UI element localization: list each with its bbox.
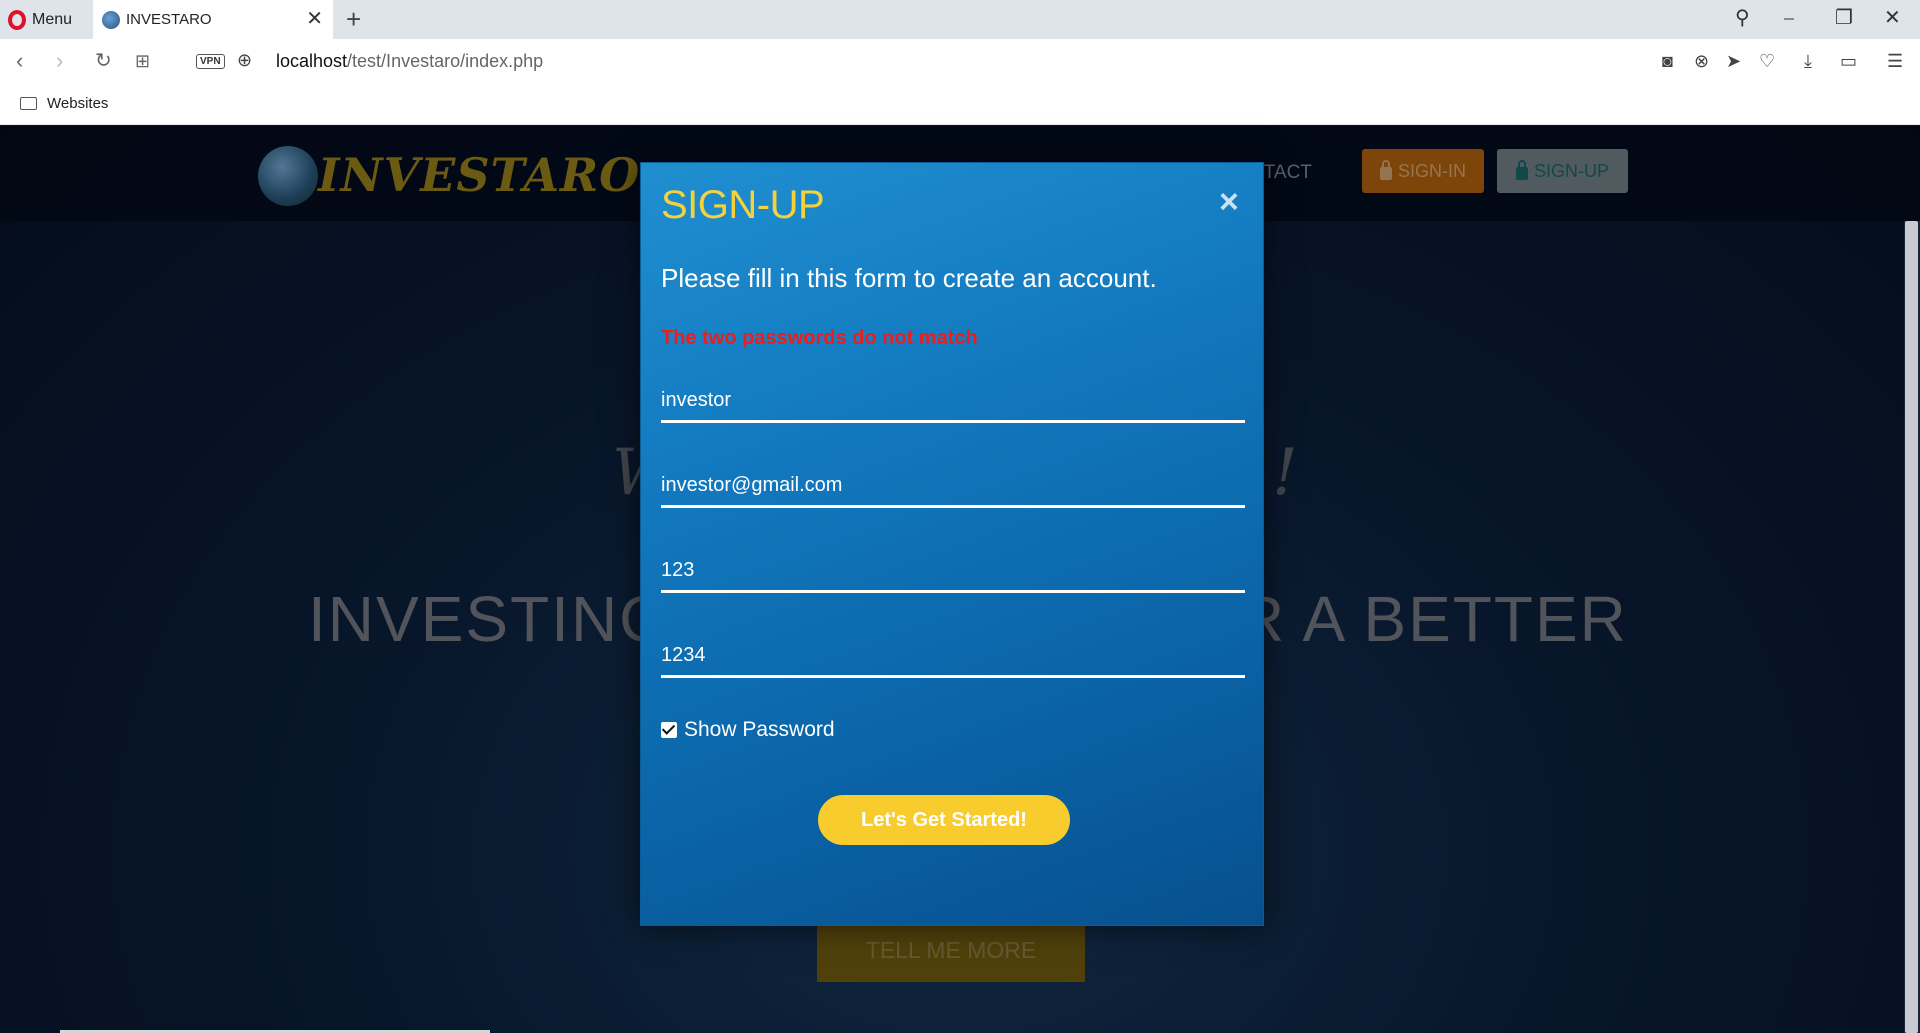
bookmark-folder-label: Websites <box>47 95 109 112</box>
modal-subtitle: Please fill in this form to create an ac… <box>661 263 1157 293</box>
get-started-button[interactable]: Let's Get Started! <box>818 795 1070 845</box>
tab-close-icon[interactable]: ✕ <box>306 9 323 29</box>
password-field[interactable] <box>661 551 1245 593</box>
url-field[interactable]: localhost/test/Investaro/index.php <box>276 51 543 72</box>
send-icon[interactable]: ➤ <box>1726 51 1741 71</box>
show-password-toggle[interactable]: Show Password <box>661 718 835 742</box>
url-host: localhost <box>276 51 348 71</box>
back-icon[interactable]: ‹ <box>16 50 23 72</box>
scrollbar-thumb[interactable] <box>1905 221 1918 1033</box>
forward-icon[interactable]: › <box>56 50 63 72</box>
bookmarks-bar: Websites <box>0 85 1920 125</box>
url-path: /test/Investaro/index.php <box>347 51 544 71</box>
close-icon[interactable]: × <box>1219 185 1239 219</box>
restore-icon[interactable]: ❐ <box>1835 6 1853 30</box>
minimize-icon[interactable]: ⎯ <box>1784 6 1794 30</box>
browser-menu-button[interactable]: Menu <box>8 8 72 32</box>
browser-tab-active[interactable]: INVESTARO ✕ <box>93 0 333 39</box>
browser-tab-bar: Menu INVESTARO ✕ + ⚲ ⎯ ❐ ✕ <box>0 0 1920 39</box>
browser-menu-label: Menu <box>32 11 73 28</box>
error-message: The two passwords do not match <box>661 327 978 349</box>
new-tab-icon[interactable]: + <box>346 5 361 33</box>
snapshot-icon[interactable]: ◙ <box>1662 51 1673 71</box>
heart-icon[interactable]: ♡ <box>1759 51 1775 71</box>
show-password-checkbox[interactable] <box>661 722 677 738</box>
modal-title: SIGN-UP <box>661 183 825 227</box>
signup-modal: SIGN-UP × Please fill in this form to cr… <box>640 162 1264 926</box>
adblock-icon[interactable]: ⊗ <box>1694 51 1709 71</box>
show-password-label: Show Password <box>684 718 835 741</box>
confirm-password-field[interactable] <box>661 636 1245 678</box>
reload-icon[interactable]: ↻ <box>95 50 112 72</box>
address-bar: ‹ › ↻ ⊞ VPN ⊕ localhost/test/Investaro/i… <box>0 39 1920 85</box>
vpn-badge[interactable]: VPN <box>196 54 225 69</box>
download-icon[interactable]: ⤓ <box>1804 51 1812 71</box>
close-window-icon[interactable]: ✕ <box>1884 6 1901 30</box>
globe-icon: ⊕ <box>237 50 253 70</box>
bookmark-folder-websites[interactable]: Websites <box>20 95 108 112</box>
tab-title: INVESTARO <box>126 11 212 28</box>
easy-setup-icon[interactable]: ☰ <box>1887 51 1903 71</box>
email-field[interactable] <box>661 466 1245 508</box>
folder-icon <box>20 97 37 110</box>
username-field[interactable] <box>661 381 1245 423</box>
opera-logo-icon <box>8 10 26 30</box>
battery-icon[interactable]: ▭ <box>1840 51 1857 71</box>
search-tabs-icon[interactable]: ⚲ <box>1735 6 1750 30</box>
speed-dial-icon[interactable]: ⊞ <box>135 50 150 72</box>
site-favicon-icon <box>102 10 120 29</box>
